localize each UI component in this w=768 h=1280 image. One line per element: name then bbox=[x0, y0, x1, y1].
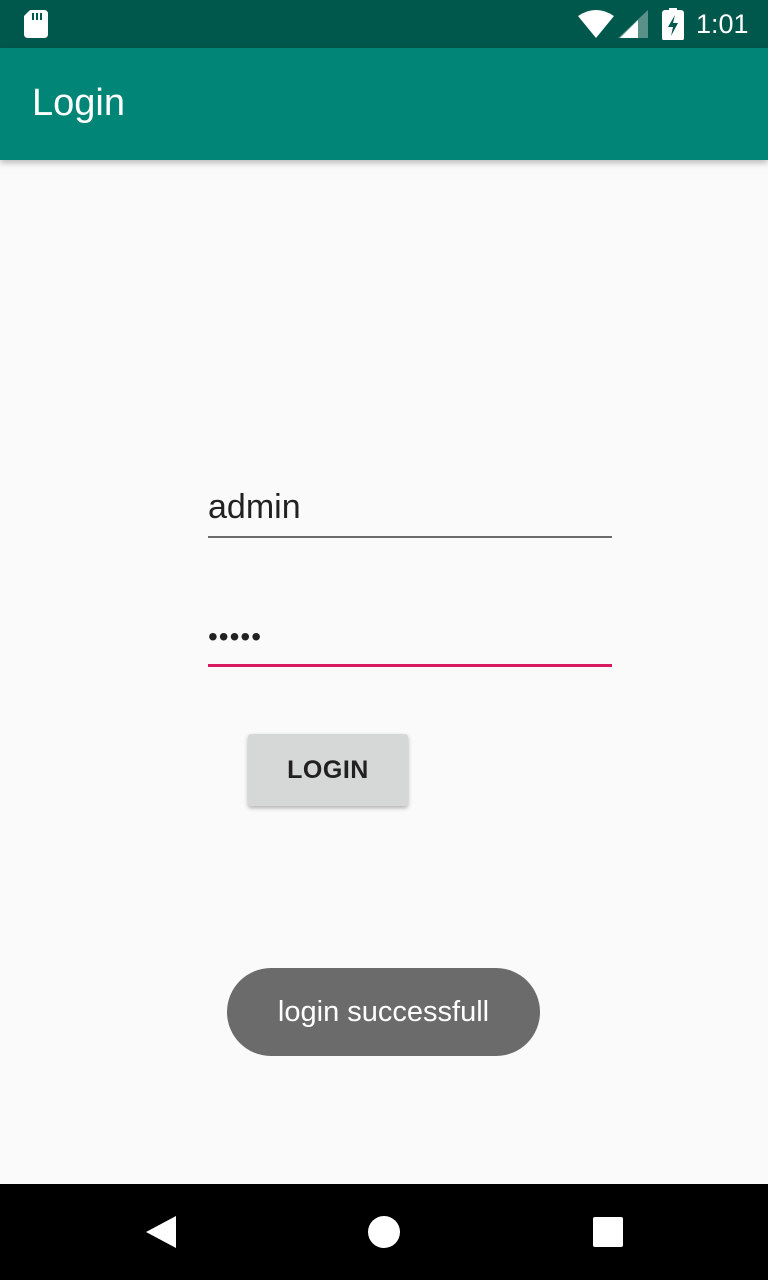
wifi-icon bbox=[578, 10, 614, 38]
home-icon[interactable] bbox=[366, 1214, 402, 1250]
clock: 1:01 bbox=[696, 9, 749, 39]
login-button[interactable]: LOGIN bbox=[248, 734, 408, 806]
sd-card-icon bbox=[24, 10, 48, 38]
recents-icon[interactable] bbox=[592, 1216, 624, 1248]
username-value: admin bbox=[208, 488, 301, 526]
page-title: Login bbox=[32, 82, 125, 124]
app-bar: Login bbox=[0, 48, 768, 160]
status-bar: 1:01 bbox=[0, 0, 768, 48]
password-field[interactable]: ••••• bbox=[208, 612, 612, 667]
toast-message: login successfull bbox=[227, 968, 540, 1056]
signal-icon bbox=[618, 10, 648, 38]
battery-charging-icon bbox=[662, 8, 684, 40]
back-icon[interactable] bbox=[144, 1214, 178, 1250]
password-value: ••••• bbox=[208, 621, 263, 652]
username-field[interactable]: admin bbox=[208, 484, 612, 538]
